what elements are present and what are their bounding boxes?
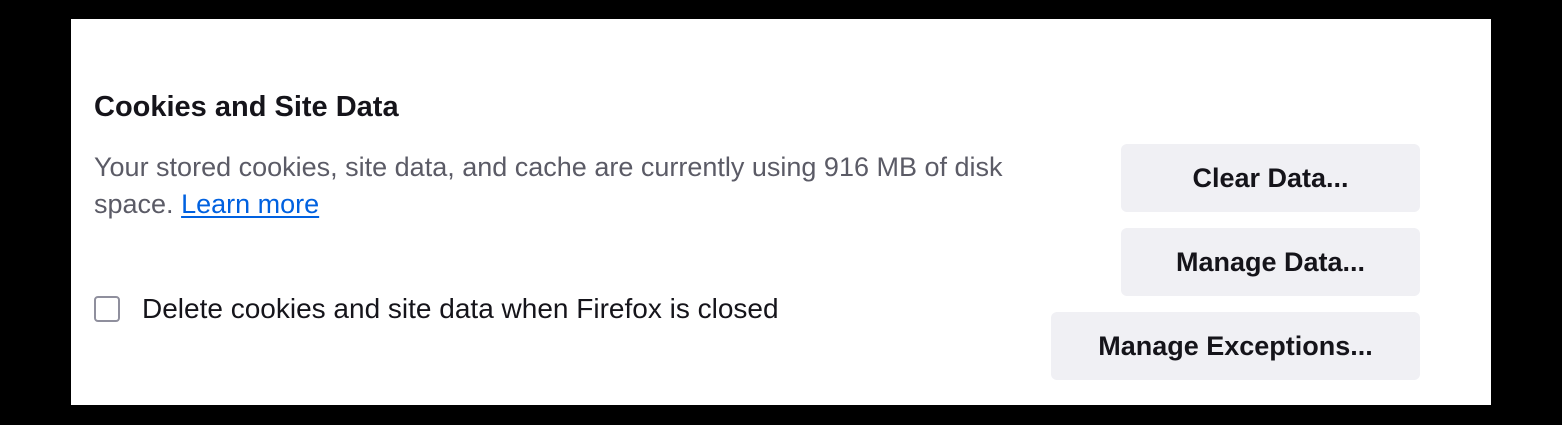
section-title: Cookies and Site Data xyxy=(94,91,399,123)
delete-on-close-label[interactable]: Delete cookies and site data when Firefo… xyxy=(142,293,779,325)
clear-data-button[interactable]: Clear Data... xyxy=(1121,144,1420,212)
storage-usage-description: Your stored cookies, site data, and cach… xyxy=(94,149,1004,223)
cookies-site-data-panel: Cookies and Site Data Your stored cookie… xyxy=(71,19,1491,405)
manage-exceptions-button[interactable]: Manage Exceptions... xyxy=(1051,312,1420,380)
manage-data-button[interactable]: Manage Data... xyxy=(1121,228,1420,296)
delete-on-close-checkbox[interactable] xyxy=(94,296,120,322)
delete-on-close-option[interactable]: Delete cookies and site data when Firefo… xyxy=(94,290,779,328)
learn-more-link[interactable]: Learn more xyxy=(181,189,319,219)
